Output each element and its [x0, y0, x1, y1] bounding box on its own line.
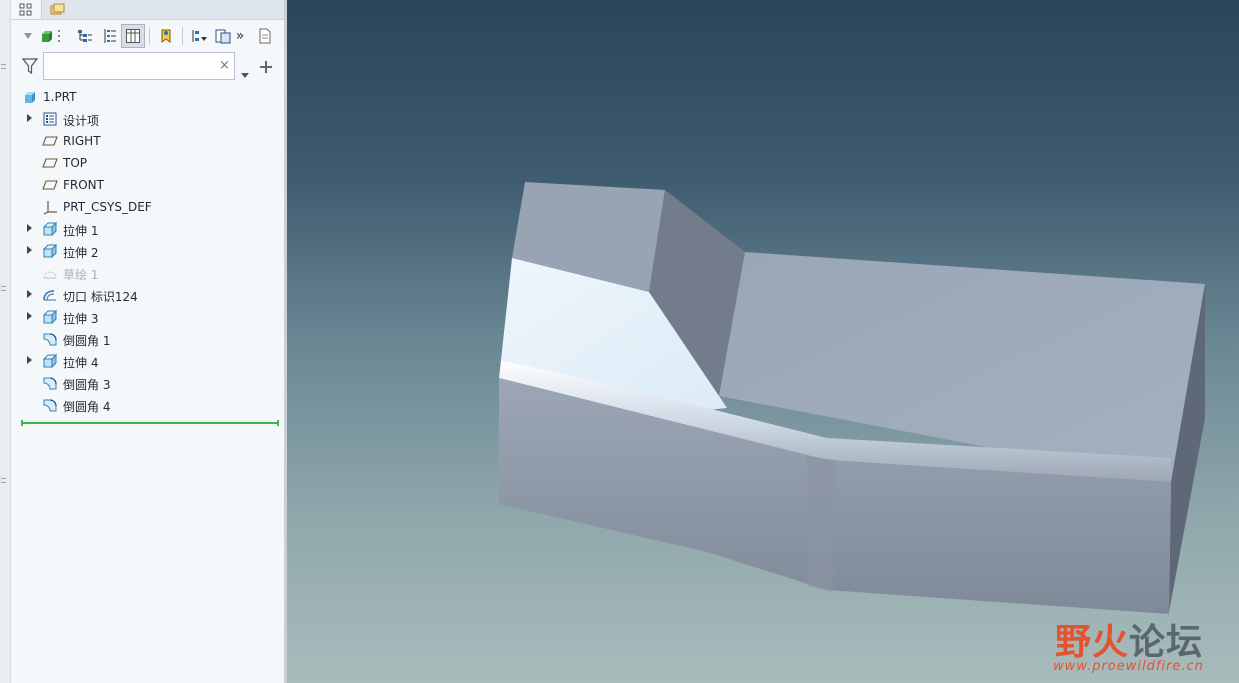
dock-grip-handle[interactable]	[1, 64, 6, 69]
document-icon	[259, 28, 271, 44]
tree-item[interactable]: 倒圆角 3	[11, 372, 284, 394]
display-states-button[interactable]	[211, 24, 235, 48]
toolbar-overflow-button[interactable]: »	[233, 24, 247, 48]
extrude-icon	[42, 310, 58, 324]
green-cube-icon	[42, 31, 52, 42]
tree-columns-icon	[104, 29, 116, 43]
tree-item-label: 切口 标识124	[63, 290, 138, 304]
tree-item-label: 1.PRT	[43, 90, 77, 104]
forum-watermark-url: www.proewildfire.cn	[1053, 659, 1204, 674]
expand-arrow-icon[interactable]	[27, 356, 32, 364]
display-states-icon	[215, 29, 231, 44]
tree-filter-icon	[192, 30, 207, 42]
watermark-text-a: 野火	[1055, 622, 1130, 663]
tree-item-label: 设计项	[63, 114, 100, 128]
datum-plane-icon	[42, 178, 58, 192]
tree-columns-button[interactable]	[97, 24, 121, 48]
tree-item-label: RIGHT	[63, 134, 101, 148]
tree-item[interactable]: TOP	[11, 152, 284, 174]
navigator-tab-bar	[11, 0, 284, 20]
extrude-icon	[42, 244, 58, 258]
bookmark-icon	[161, 29, 171, 43]
3d-part-model[interactable]	[287, 0, 1239, 683]
round-icon	[42, 398, 58, 412]
tree-item-label: 拉伸 4	[63, 356, 99, 370]
tree-filter-dropdown[interactable]	[187, 24, 211, 48]
toolbar-separator	[182, 27, 183, 45]
left-dock-strip	[0, 0, 11, 683]
tree-item[interactable]: 切口 标识124	[11, 284, 284, 306]
insert-here-marker[interactable]	[21, 420, 279, 426]
model-tree-icon	[19, 3, 32, 15]
round-icon	[42, 332, 58, 346]
tree-item-label: 拉伸 2	[63, 246, 99, 260]
tree-item[interactable]: 拉伸 1	[11, 218, 284, 240]
expand-arrow-icon[interactable]	[27, 114, 32, 122]
tree-item[interactable]: FRONT	[11, 174, 284, 196]
triangle-down-icon	[24, 33, 32, 39]
tree-item-label: 倒圆角 4	[63, 400, 111, 414]
extrude-icon	[42, 354, 58, 368]
dock-grip-handle[interactable]	[1, 478, 6, 483]
expand-arrow-icon[interactable]	[27, 312, 32, 320]
tree-item-label: 倒圆角 3	[63, 378, 111, 392]
round-icon	[42, 376, 58, 390]
tree-item-label: PRT_CSYS_DEF	[63, 200, 152, 214]
datum-plane-icon	[42, 156, 58, 170]
layer-tree-button[interactable]	[121, 24, 145, 48]
tree-item-label: FRONT	[63, 178, 104, 192]
plus-icon	[260, 61, 272, 73]
expand-arrow-icon[interactable]	[27, 246, 32, 254]
tree-item[interactable]: PRT_CSYS_DEF	[11, 196, 284, 218]
cut-icon	[42, 288, 58, 302]
tree-item[interactable]: 倒圆角 1	[11, 328, 284, 350]
add-filter-button[interactable]	[260, 58, 272, 77]
clear-search-icon[interactable]: ×	[219, 58, 230, 73]
tree-item-label: TOP	[63, 156, 88, 170]
tree-filter-row: ×	[11, 52, 284, 82]
search-options-dropdown[interactable]	[241, 63, 249, 82]
funnel-icon	[21, 57, 39, 79]
sketch-icon	[42, 266, 58, 280]
design-items-icon	[42, 112, 58, 126]
tree-item-label: 倒圆角 1	[63, 334, 111, 348]
tree-item[interactable]: 1.PRT	[11, 86, 284, 108]
bookmark-button[interactable]	[154, 24, 178, 48]
table-icon	[126, 29, 140, 43]
forum-watermark-logo: 野火论坛	[1055, 613, 1203, 665]
extrude-icon	[42, 222, 58, 236]
expand-arrow-icon[interactable]	[27, 224, 32, 232]
display-dropdown-arrow[interactable]	[21, 24, 35, 48]
tree-item[interactable]: 拉伸 2	[11, 240, 284, 262]
tree-item-label: 拉伸 3	[63, 312, 99, 326]
tree-item-label: 拉伸 1	[63, 224, 99, 238]
tree-item[interactable]: 拉伸 3	[11, 306, 284, 328]
watermark-text-b: 论坛	[1129, 622, 1204, 663]
tree-item[interactable]: RIGHT	[11, 130, 284, 152]
triangle-down-icon	[241, 73, 249, 78]
coordinate-system-icon	[42, 200, 58, 215]
graphics-window[interactable]: 野火论坛 www.proewildfire.cn	[287, 0, 1239, 683]
expand-arrow-icon[interactable]	[27, 290, 32, 298]
tree-search-input[interactable]	[43, 52, 235, 80]
tab-folder-browser[interactable]	[43, 0, 73, 19]
tree-item[interactable]: 倒圆角 4	[11, 394, 284, 416]
toolbar-separator	[149, 27, 150, 45]
toolbar-more-dots[interactable]	[55, 24, 63, 48]
model-tree-panel: » × 1.PRT 设计项 RIGHT TOP FRONT PRT_CSYS_DEF 拉伸 …	[11, 0, 287, 683]
tree-list-icon	[78, 30, 92, 42]
tree-item[interactable]: 设计项	[11, 108, 284, 130]
properties-button[interactable]	[253, 24, 277, 48]
part-icon	[22, 90, 38, 104]
folder-browser-icon	[50, 3, 65, 14]
dock-grip-handle[interactable]	[1, 286, 6, 291]
tree-item-label: 草绘 1	[63, 268, 99, 282]
model-tree-toolbar: »	[11, 22, 284, 50]
datum-plane-icon	[42, 134, 58, 148]
tree-item[interactable]: 拉伸 4	[11, 350, 284, 372]
tree-item[interactable]: 草绘 1	[11, 262, 284, 284]
tree-settings-button[interactable]	[73, 24, 97, 48]
tab-model-tree[interactable]	[11, 0, 42, 19]
dots-icon	[58, 30, 60, 42]
